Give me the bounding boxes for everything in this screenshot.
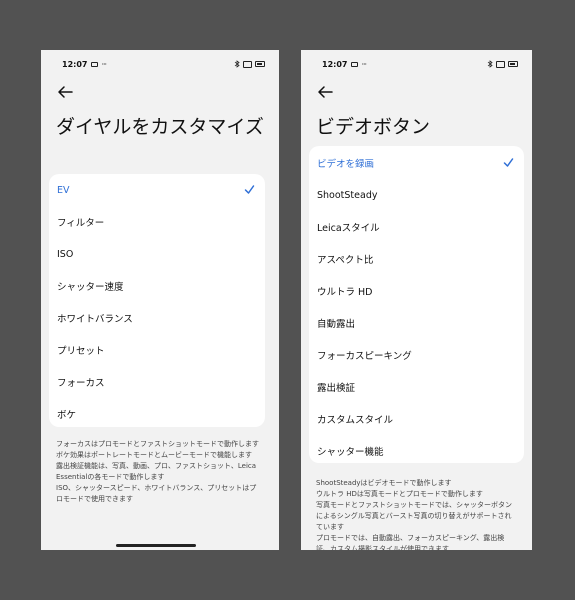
- option-label: フィルター: [57, 218, 105, 229]
- more-notifications-icon: ···: [361, 59, 367, 69]
- back-arrow-icon[interactable]: [316, 83, 334, 101]
- note-text: 写真モードとファストショットモードでは、シャッターボタンによるシングル写真とバー…: [316, 501, 512, 531]
- status-bar: 12:07 ···: [41, 57, 279, 71]
- option-label: 自動露出: [317, 319, 356, 330]
- more-notifications-icon: ···: [101, 59, 107, 69]
- notification-icon: [351, 61, 359, 67]
- option-label: シャッター機能: [317, 447, 384, 458]
- option-label: Leicaスタイル: [317, 223, 380, 234]
- page-title: ダイヤルをカスタマイズ: [56, 116, 264, 138]
- option-label: プリセット: [57, 346, 105, 357]
- note-text: 露出検証機能は、写真、動画、プロ、ファストショット、Leica Essentia…: [56, 462, 257, 481]
- option-iso[interactable]: ISO: [57, 238, 257, 270]
- option-label: カスタムスタイル: [317, 415, 394, 426]
- option-label: ビデオを録画: [317, 159, 375, 170]
- option-label: フォーカスピーキング: [317, 351, 412, 362]
- option-exposure-check[interactable]: 露出検証: [317, 371, 516, 403]
- option-auto-exposure[interactable]: 自動露出: [317, 307, 516, 339]
- note-text: ボケ効果はポートレートモードとムービーモードで機能します: [56, 451, 252, 459]
- option-label: ホワイトバランス: [57, 314, 133, 325]
- option-filter[interactable]: フィルター: [57, 206, 257, 238]
- option-label: シャッター速度: [57, 282, 124, 293]
- option-bokeh[interactable]: ボケ: [57, 398, 257, 430]
- nfc-icon: [243, 60, 252, 68]
- bluetooth-icon: [234, 60, 240, 68]
- phone-screen-dial-customize: 12:07 ··· ダイヤルをカスタマイズ EV フィルター ISO シャッター…: [41, 50, 279, 550]
- status-time: 12:07: [62, 59, 88, 69]
- option-label: フォーカス: [57, 378, 105, 389]
- option-custom-style[interactable]: カスタムスタイル: [317, 403, 516, 435]
- option-preset[interactable]: プリセット: [57, 334, 257, 366]
- option-record-video[interactable]: ビデオを録画: [317, 147, 516, 179]
- option-focus[interactable]: フォーカス: [57, 366, 257, 398]
- option-white-balance[interactable]: ホワイトバランス: [57, 302, 257, 334]
- option-label: ShootSteady: [317, 189, 378, 201]
- bluetooth-icon: [487, 60, 493, 68]
- page-title: ビデオボタン: [316, 116, 431, 138]
- checkmark-icon: [244, 185, 255, 194]
- option-label: ウルトラ HD: [317, 287, 373, 298]
- battery-icon: [255, 61, 265, 67]
- video-button-options-list: ビデオを録画 ShootSteady Leicaスタイル アスペクト比 ウルトラ…: [309, 146, 524, 463]
- note-text: ISO、シャッタースピード、ホワイトバランス、プリセットはプロモードで使用できま…: [56, 484, 257, 503]
- option-label: ボケ: [57, 410, 77, 421]
- back-arrow-icon[interactable]: [56, 83, 74, 101]
- phone-screen-video-button: 12:07 ··· ビデオボタン ビデオを録画 ShootSteady Leic…: [301, 50, 532, 550]
- notification-icon: [91, 61, 99, 67]
- dial-options-list: EV フィルター ISO シャッター速度 ホワイトバランス プリセット フォーカ…: [49, 174, 265, 427]
- option-shutter-function[interactable]: シャッター機能: [317, 435, 516, 467]
- option-shootsteady[interactable]: ShootSteady: [317, 179, 516, 211]
- status-bar: 12:07 ···: [301, 57, 532, 71]
- note-text: ウルトラ HDは写真モードとプロモードで動作します: [316, 490, 483, 498]
- option-focus-peaking[interactable]: フォーカスピーキング: [317, 339, 516, 371]
- status-time: 12:07: [322, 59, 348, 69]
- option-aspect-ratio[interactable]: アスペクト比: [317, 243, 516, 275]
- note-text: プロモードでは、自動露出、フォーカスピーキング、露出検証、カスタム撮影スタイルが…: [316, 534, 505, 550]
- nfc-icon: [496, 60, 505, 68]
- option-ultra-hd[interactable]: ウルトラ HD: [317, 275, 516, 307]
- home-indicator[interactable]: [116, 544, 196, 547]
- option-leica-style[interactable]: Leicaスタイル: [317, 211, 516, 243]
- option-label: EV: [57, 184, 70, 196]
- option-label: ISO: [57, 248, 74, 260]
- battery-icon: [508, 61, 518, 67]
- option-shutter-speed[interactable]: シャッター速度: [57, 270, 257, 302]
- checkmark-icon: [503, 158, 514, 167]
- note-text: ShootSteadyはビデオモードで動作します: [316, 479, 452, 487]
- option-ev[interactable]: EV: [57, 174, 257, 206]
- help-notes: フォーカスはプロモードとファストショットモードで動作します ボケ効果はポートレー…: [56, 439, 261, 505]
- option-label: アスペクト比: [317, 255, 374, 266]
- option-label: 露出検証: [317, 383, 356, 394]
- note-text: フォーカスはプロモードとファストショットモードで動作します: [56, 440, 259, 448]
- help-notes: ShootSteadyはビデオモードで動作します ウルトラ HDは写真モードとプ…: [316, 478, 516, 550]
